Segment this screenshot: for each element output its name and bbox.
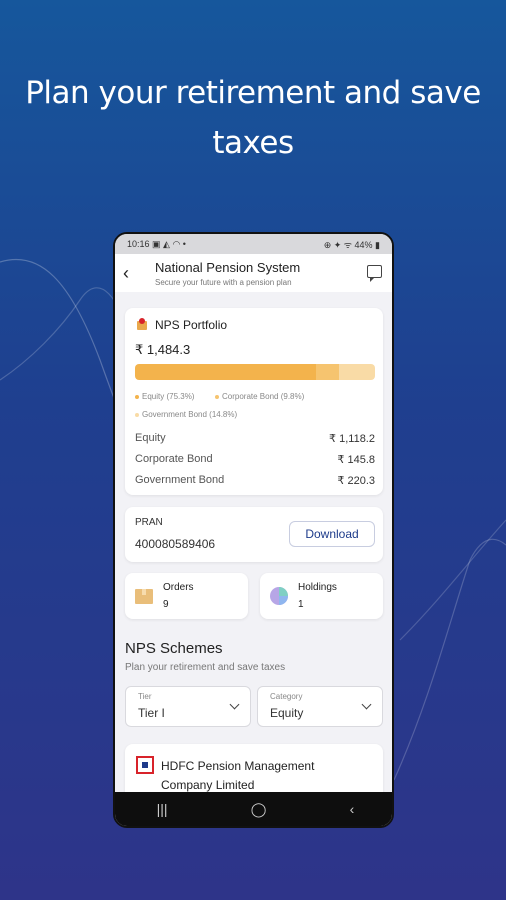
portfolio-total: ₹ 1,484.3 [135, 342, 191, 357]
row-value: ₹ 145.8 [337, 454, 375, 466]
tier-select[interactable]: Tier Tier I [125, 686, 251, 727]
legend-label: Government Bond (14.8%) [142, 410, 238, 419]
recents-icon[interactable]: ||| [157, 801, 168, 817]
allocation-government-bond [339, 364, 375, 380]
row-name: Equity [135, 432, 166, 444]
status-left: 10:16 ▣ ◭ ◠ • [127, 238, 186, 249]
tier-value: Tier I [138, 706, 165, 720]
row-name: Corporate Bond [135, 453, 213, 465]
holdings-count: 1 [298, 599, 304, 610]
app-bar: ‹ National Pension System Secure your fu… [115, 254, 392, 292]
category-label: Category [270, 692, 303, 701]
download-button[interactable]: Download [289, 521, 375, 547]
allocation-bar [135, 364, 375, 380]
chevron-down-icon [361, 699, 372, 710]
holding-row-corporate-bond: Corporate Bond ₹ 145.8 [135, 453, 375, 466]
orders-label: Orders [163, 582, 194, 593]
legend-label: Equity (75.3%) [142, 392, 195, 401]
portfolio-icon [137, 318, 147, 330]
page-title: National Pension System [155, 260, 301, 275]
status-right: ⊕ ✦ ᯤ 44% ▮ [323, 239, 380, 250]
status-bar: 10:16 ▣ ◭ ◠ • ⊕ ✦ ᯤ 44% ▮ [115, 234, 392, 254]
row-value: ₹ 1,118.2 [329, 433, 375, 445]
row-value: ₹ 220.3 [337, 475, 375, 487]
fund-name: HDFC Pension Management Company Limited [161, 759, 315, 792]
row-name: Government Bond [135, 474, 225, 486]
home-icon[interactable]: ◯ [251, 801, 267, 818]
nps-portfolio-card: NPS Portfolio ₹ 1,484.3 Equity (75.3%) C… [125, 308, 383, 495]
nav-back-icon[interactable]: ‹ [350, 801, 355, 817]
legend-dot [215, 394, 219, 399]
legend-government-bond: Government Bond (14.8%) [135, 410, 237, 419]
back-arrow-icon[interactable]: ‹ [123, 263, 129, 284]
tier-label: Tier [138, 692, 152, 701]
pran-card: PRAN 400080589406 Download [125, 507, 383, 562]
page-subtitle: Secure your future with a pension plan [155, 278, 292, 287]
phone-screen: 10:16 ▣ ◭ ◠ • ⊕ ✦ ᯤ 44% ▮ ‹ National Pen… [113, 232, 394, 828]
chevron-down-icon [229, 699, 240, 710]
legend-corporate-bond: Corporate Bond (9.8%) [215, 392, 304, 401]
pie-chart-icon [270, 587, 288, 605]
allocation-equity [135, 364, 316, 380]
schemes-title: NPS Schemes [125, 640, 223, 657]
legend-equity: Equity (75.3%) [135, 392, 194, 401]
category-select[interactable]: Category Equity [257, 686, 383, 727]
holdings-label: Holdings [298, 582, 337, 593]
holding-row-equity: Equity ₹ 1,118.2 [135, 432, 375, 445]
legend-dot [135, 412, 139, 417]
holding-row-government-bond: Government Bond ₹ 220.3 [135, 474, 375, 487]
allocation-corporate-bond [315, 364, 340, 380]
orders-card[interactable]: Orders 9 [125, 573, 248, 619]
legend-dot [135, 394, 139, 399]
category-value: Equity [270, 706, 304, 720]
box-icon [135, 589, 153, 604]
headline: Plan your retirement and save taxes [25, 75, 481, 161]
orders-count: 9 [163, 599, 169, 610]
schemes-subtitle: Plan your retirement and save taxes [125, 662, 286, 673]
holdings-card[interactable]: Holdings 1 [260, 573, 383, 619]
pran-label: PRAN [135, 517, 163, 528]
hdfc-logo-icon [136, 756, 154, 774]
legend-label: Corporate Bond (9.8%) [222, 392, 305, 401]
chat-icon[interactable] [367, 265, 382, 282]
pran-number: 400080589406 [135, 537, 216, 551]
portfolio-title: NPS Portfolio [155, 318, 228, 332]
system-nav-bar: ||| ◯ ‹ [115, 792, 392, 826]
